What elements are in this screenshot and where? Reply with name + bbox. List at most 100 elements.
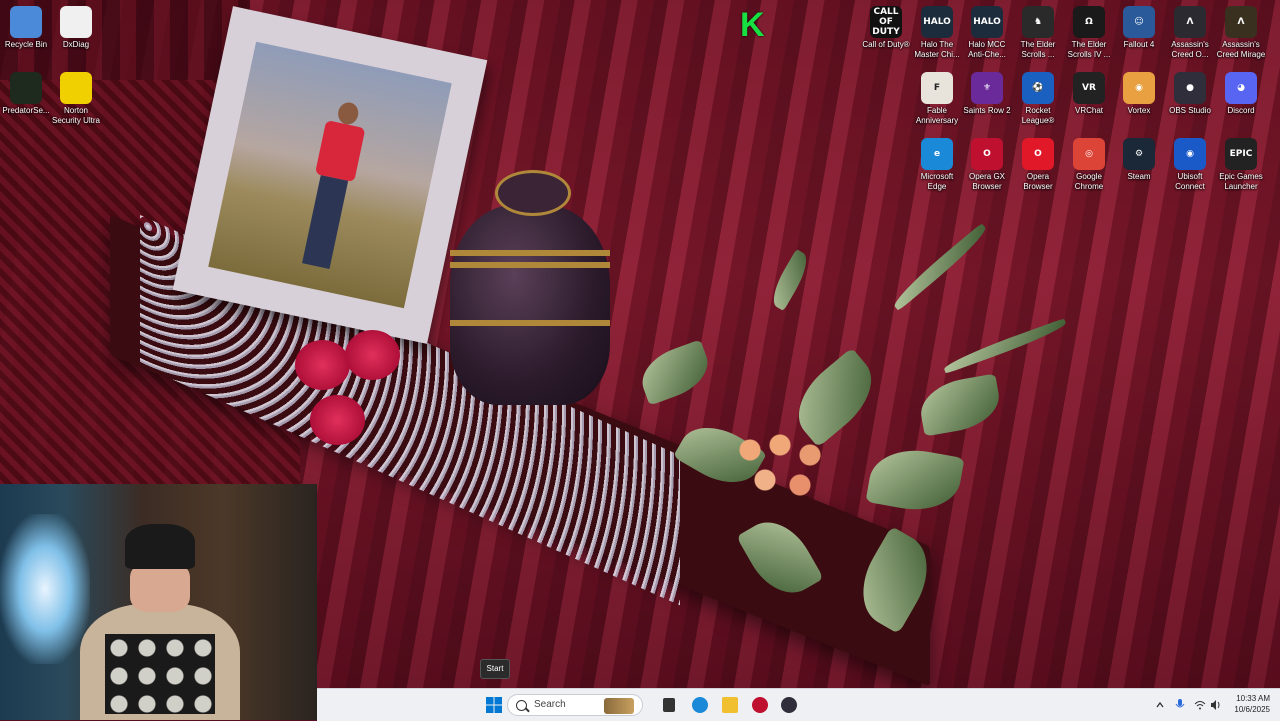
desktop-icon-label: Halo MCC Anti-Che... [968,40,1006,59]
elder-scrolls-icon: ♞ [1022,6,1054,38]
norton-icon [60,72,92,104]
desktop-icon-label: Halo The Master Chi... [914,40,960,59]
fable-icon: F [921,72,953,104]
desktop-icon-label: Discord [1227,106,1255,115]
start-button[interactable] [481,693,507,717]
halo-anticheat-icon: HALO [971,6,1003,38]
desktop-icon-label: Assassin's Creed Mirage [1216,40,1266,59]
desktop-icon-ac-mirage[interactable]: Λ Assassin's Creed Mirage [1215,4,1267,66]
desktop-icon-document[interactable]: DxDiag [50,4,102,66]
chevron-up-icon [1156,701,1164,708]
search-icon [516,700,527,711]
speaker-icon [1211,700,1220,710]
desktop-icon-label: Fable Anniversary [915,106,959,125]
taskbar-app-task-view[interactable] [656,693,682,717]
desktop-icon-label: Microsoft Edge [920,172,954,191]
edge-icon: e [921,138,953,170]
desktop-icon-label: Rocket League® [1021,106,1055,125]
desktop-icon-label: Assassin's Creed O... [1171,40,1209,59]
desktop-icon-ac-odyssey[interactable]: Λ Assassin's Creed O... [1164,4,1216,66]
desktop-icon-label: Ubisoft Connect [1175,172,1205,191]
desktop-icon-label: Call of Duty® [862,40,910,49]
desktop-icon-ubisoft[interactable]: ◉ Ubisoft Connect [1164,136,1216,198]
rocket-league-icon: ⚽ [1022,72,1054,104]
task-view-icon [663,698,675,712]
desktop-icon-label: DxDiag [62,40,90,49]
taskbar-app-edge[interactable] [687,693,713,717]
wallpaper-roses [295,330,415,460]
taskbar-search[interactable]: Search [507,694,643,716]
oblivion-icon: Ω [1073,6,1105,38]
desktop-icon-edge[interactable]: e Microsoft Edge [911,136,963,198]
predator-icon [10,72,42,104]
desktop-icon-discord[interactable]: ◕ Discord [1215,70,1267,132]
desktop-icon-obs[interactable]: ● OBS Studio [1164,70,1216,132]
steam-icon: ⚙ [1123,138,1155,170]
desktop-icon-label: Recycle Bin [4,40,48,49]
taskbar-clock[interactable]: 10:33 AM 10/6/2025 [1234,693,1270,715]
desktop-icon-label: The Elder Scrolls IV ... [1067,40,1111,59]
desktop-icon-predator[interactable]: PredatorSe... [0,70,52,132]
desktop-icon-chrome[interactable]: ◎ Google Chrome [1063,136,1115,198]
desktop-icon-label: Saints Row 2 [963,106,1011,115]
desktop-icon-rocket-league[interactable]: ⚽ Rocket League® [1012,70,1064,132]
discord-icon: ◕ [1225,72,1257,104]
desktop-icon-fallout[interactable]: ☺ Fallout 4 [1113,4,1165,66]
desktop-icon-recycle-bin[interactable]: Recycle Bin [0,4,52,66]
obs-icon: ● [1174,72,1206,104]
chrome-icon: ◎ [1073,138,1105,170]
desktop-icon-label: Vortex [1127,106,1151,115]
wallpaper-plant [620,223,1069,660]
search-placeholder: Search [534,699,566,710]
obs-icon [781,697,797,713]
desktop-icon-epic-games[interactable]: EPIC Epic Games Launcher [1215,136,1267,198]
clock-time: 10:33 AM [1236,694,1270,703]
desktop-icon-label: The Elder Scrolls ... [1020,40,1056,59]
taskbar-app-obs[interactable] [776,693,802,717]
desktop-icon-opera[interactable]: O Opera Browser [1012,136,1064,198]
desktop-icon-steam[interactable]: ⚙ Steam [1113,136,1165,198]
edge-icon [692,697,708,713]
vortex-icon: ◉ [1123,72,1155,104]
desktop-icon-label: PredatorSe... [2,106,50,115]
webcam-overlay [0,484,317,720]
search-highlight-image [604,698,634,714]
desktop-icon-label: Opera GX Browser [968,172,1005,191]
file-explorer-icon [722,697,738,713]
microphone-icon [1175,699,1185,708]
wallpaper-photo [208,41,452,309]
desktop-icon-saints-row[interactable]: ⚜ Saints Row 2 [961,70,1013,132]
wifi-tray-button[interactable] [1192,693,1208,717]
wallpaper-flowers [730,430,840,520]
desktop-icon-label: Steam [1127,172,1151,181]
microphone-tray-button[interactable] [1172,693,1188,717]
taskbar-app-opera-gx[interactable] [747,693,773,717]
desktop-icon-vortex[interactable]: ◉ Vortex [1113,70,1165,132]
taskbar-app-file-explorer[interactable] [717,693,743,717]
call-of-duty-icon: CALL OF DUTY [870,6,902,38]
epic-games-icon: EPIC [1225,138,1257,170]
desktop-icon-elder-scrolls[interactable]: ♞ The Elder Scrolls ... [1012,4,1064,66]
opera-gx-icon: O [971,138,1003,170]
desktop-icon-oblivion[interactable]: Ω The Elder Scrolls IV ... [1063,4,1115,66]
recycle-bin-icon [10,6,42,38]
desktop-icon-opera-gx[interactable]: O Opera GX Browser [961,136,1013,198]
desktop-icon-label: Epic Games Launcher [1219,172,1263,191]
ac-mirage-icon: Λ [1225,6,1257,38]
windows-logo-icon [486,697,502,713]
document-icon [60,6,92,38]
wallpaper-photo-person [296,99,370,274]
desktop-icon-halo-mcc[interactable]: HALO Halo The Master Chi... [911,4,963,66]
show-hidden-icons-button[interactable] [1152,693,1168,717]
desktop-icon-norton[interactable]: Norton Security Ultra [50,70,102,132]
desktop-icon-label: Opera Browser [1023,172,1053,191]
ac-odyssey-icon: Λ [1174,6,1206,38]
taskbar: Search 10:33 AM 10/6/2025 [317,688,1280,721]
desktop-icon-halo-anticheat[interactable]: HALO Halo MCC Anti-Che... [961,4,1013,66]
ubisoft-icon: ◉ [1174,138,1206,170]
volume-tray-button[interactable] [1208,693,1224,717]
desktop-icon-call-of-duty[interactable]: CALL OF DUTY Call of Duty® [860,4,912,66]
desktop-icon-vrchat[interactable]: VR VRChat [1063,70,1115,132]
desktop-icon-fable[interactable]: F Fable Anniversary [911,70,963,132]
desktop-icon-label: OBS Studio [1169,106,1211,115]
